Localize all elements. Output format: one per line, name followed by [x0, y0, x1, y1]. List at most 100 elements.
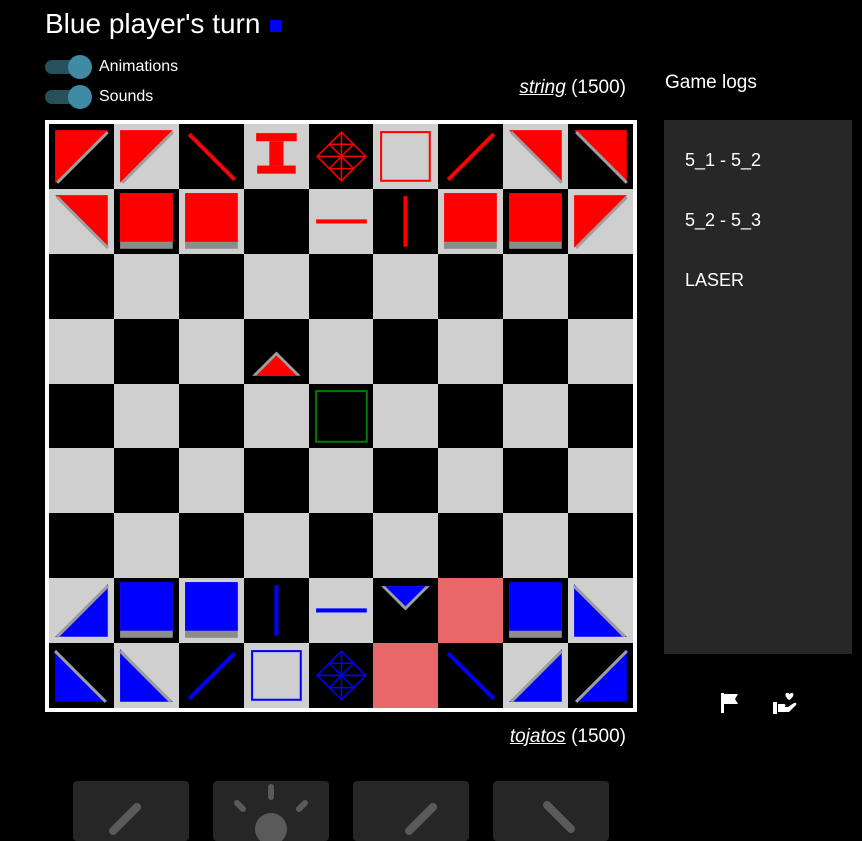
- board-cell[interactable]: [438, 448, 504, 514]
- blue-mirror-piece: [54, 649, 108, 703]
- board-cell[interactable]: [243, 188, 309, 254]
- board-cell[interactable]: [373, 513, 439, 579]
- board-cell[interactable]: [568, 643, 633, 708]
- board-cell[interactable]: [308, 448, 374, 514]
- board-cell[interactable]: [178, 578, 244, 644]
- top-player-name[interactable]: string: [519, 77, 565, 98]
- board-cell[interactable]: [503, 513, 569, 579]
- board-cell[interactable]: [308, 643, 374, 708]
- board-cell[interactable]: [438, 318, 504, 384]
- board-cell[interactable]: [243, 318, 309, 384]
- rotate-right-button[interactable]: [353, 781, 469, 841]
- board-cell[interactable]: [503, 124, 569, 189]
- board-cell[interactable]: [438, 124, 504, 189]
- board-cell[interactable]: [243, 124, 309, 189]
- board-cell[interactable]: [49, 578, 114, 644]
- board-cell[interactable]: [503, 383, 569, 449]
- sounds-setting: Sounds: [45, 85, 153, 109]
- board-cell[interactable]: [178, 124, 244, 189]
- board-cell[interactable]: [373, 643, 439, 708]
- board-cell[interactable]: [49, 188, 114, 254]
- board-cell[interactable]: [373, 188, 439, 254]
- board-cell[interactable]: [308, 318, 374, 384]
- board-cell[interactable]: [243, 643, 309, 708]
- board-cell[interactable]: [373, 253, 439, 319]
- board-cell[interactable]: [308, 513, 374, 579]
- board-cell[interactable]: [178, 188, 244, 254]
- board-cell[interactable]: [243, 513, 309, 579]
- board-cell[interactable]: [113, 253, 179, 319]
- bottom-player-rating: (1500): [571, 726, 626, 747]
- board-cell[interactable]: [438, 253, 504, 319]
- board-cell[interactable]: [568, 383, 633, 449]
- board-cell[interactable]: [178, 318, 244, 384]
- board-cell[interactable]: [178, 253, 244, 319]
- bottom-player-name[interactable]: tojatos: [510, 726, 566, 747]
- board-cell[interactable]: [113, 188, 179, 254]
- board-cell[interactable]: [438, 643, 504, 708]
- board-cell[interactable]: [373, 318, 439, 384]
- board-cell[interactable]: [568, 188, 633, 254]
- board-cell[interactable]: [243, 448, 309, 514]
- board-cell[interactable]: [113, 124, 179, 189]
- board-cell[interactable]: [178, 383, 244, 449]
- board-cell[interactable]: [113, 448, 179, 514]
- blue-splitter-piece: [447, 651, 496, 701]
- board-cell[interactable]: [49, 124, 114, 189]
- board-cell[interactable]: [113, 513, 179, 579]
- board-cell[interactable]: [113, 578, 179, 644]
- board-cell[interactable]: [503, 253, 569, 319]
- board-cell[interactable]: [568, 318, 633, 384]
- board-cell[interactable]: [568, 124, 633, 189]
- board-cell[interactable]: [438, 578, 504, 644]
- board-cell[interactable]: [308, 253, 374, 319]
- board-cell[interactable]: [243, 253, 309, 319]
- board-cell[interactable]: [568, 513, 633, 579]
- board-cell[interactable]: [373, 578, 439, 644]
- board-cell[interactable]: [373, 448, 439, 514]
- board-cell[interactable]: [503, 318, 569, 384]
- board-cell[interactable]: [113, 318, 179, 384]
- board-cell[interactable]: [503, 643, 569, 708]
- board-cell[interactable]: [503, 188, 569, 254]
- sounds-toggle[interactable]: [45, 85, 92, 109]
- board-cell[interactable]: [178, 643, 244, 708]
- offer-draw-button[interactable]: [770, 688, 800, 718]
- board-cell[interactable]: [568, 448, 633, 514]
- board-cell[interactable]: [308, 124, 374, 189]
- board-cell[interactable]: [503, 578, 569, 644]
- board-cell[interactable]: [308, 578, 374, 644]
- board-cell[interactable]: [373, 383, 439, 449]
- board-cell[interactable]: [243, 578, 309, 644]
- animations-toggle[interactable]: [45, 55, 92, 79]
- rotate-left-button[interactable]: [73, 781, 189, 841]
- board-cell[interactable]: [568, 578, 633, 644]
- rotate-other-button[interactable]: [493, 781, 609, 841]
- board-cell[interactable]: [243, 383, 309, 449]
- bottom-player-info: tojatos (1500): [510, 726, 626, 748]
- red-defender-piece: [380, 131, 432, 182]
- board-cell[interactable]: [373, 124, 439, 189]
- red-laser-piece: [255, 133, 297, 174]
- board-cell[interactable]: [503, 448, 569, 514]
- board-cell[interactable]: [308, 188, 374, 254]
- board-cell[interactable]: [49, 513, 114, 579]
- board-cell[interactable]: [113, 643, 179, 708]
- board-cell[interactable]: [49, 253, 114, 319]
- surrender-button[interactable]: [716, 688, 746, 718]
- board-cell[interactable]: [568, 253, 633, 319]
- board-cell[interactable]: [438, 383, 504, 449]
- red-splitter-piece: [187, 132, 236, 182]
- red-mirror-piece: [574, 194, 628, 249]
- board-cell[interactable]: [113, 383, 179, 449]
- board-cell[interactable]: [49, 318, 114, 384]
- board-cell[interactable]: [178, 448, 244, 514]
- laser-button[interactable]: [213, 781, 329, 841]
- board-cell[interactable]: [49, 448, 114, 514]
- board-cell[interactable]: [178, 513, 244, 579]
- board-cell[interactable]: [49, 383, 114, 449]
- board-cell[interactable]: [49, 643, 114, 708]
- board-cell[interactable]: [438, 513, 504, 579]
- board-cell[interactable]: [438, 188, 504, 254]
- board-cell[interactable]: [308, 383, 374, 449]
